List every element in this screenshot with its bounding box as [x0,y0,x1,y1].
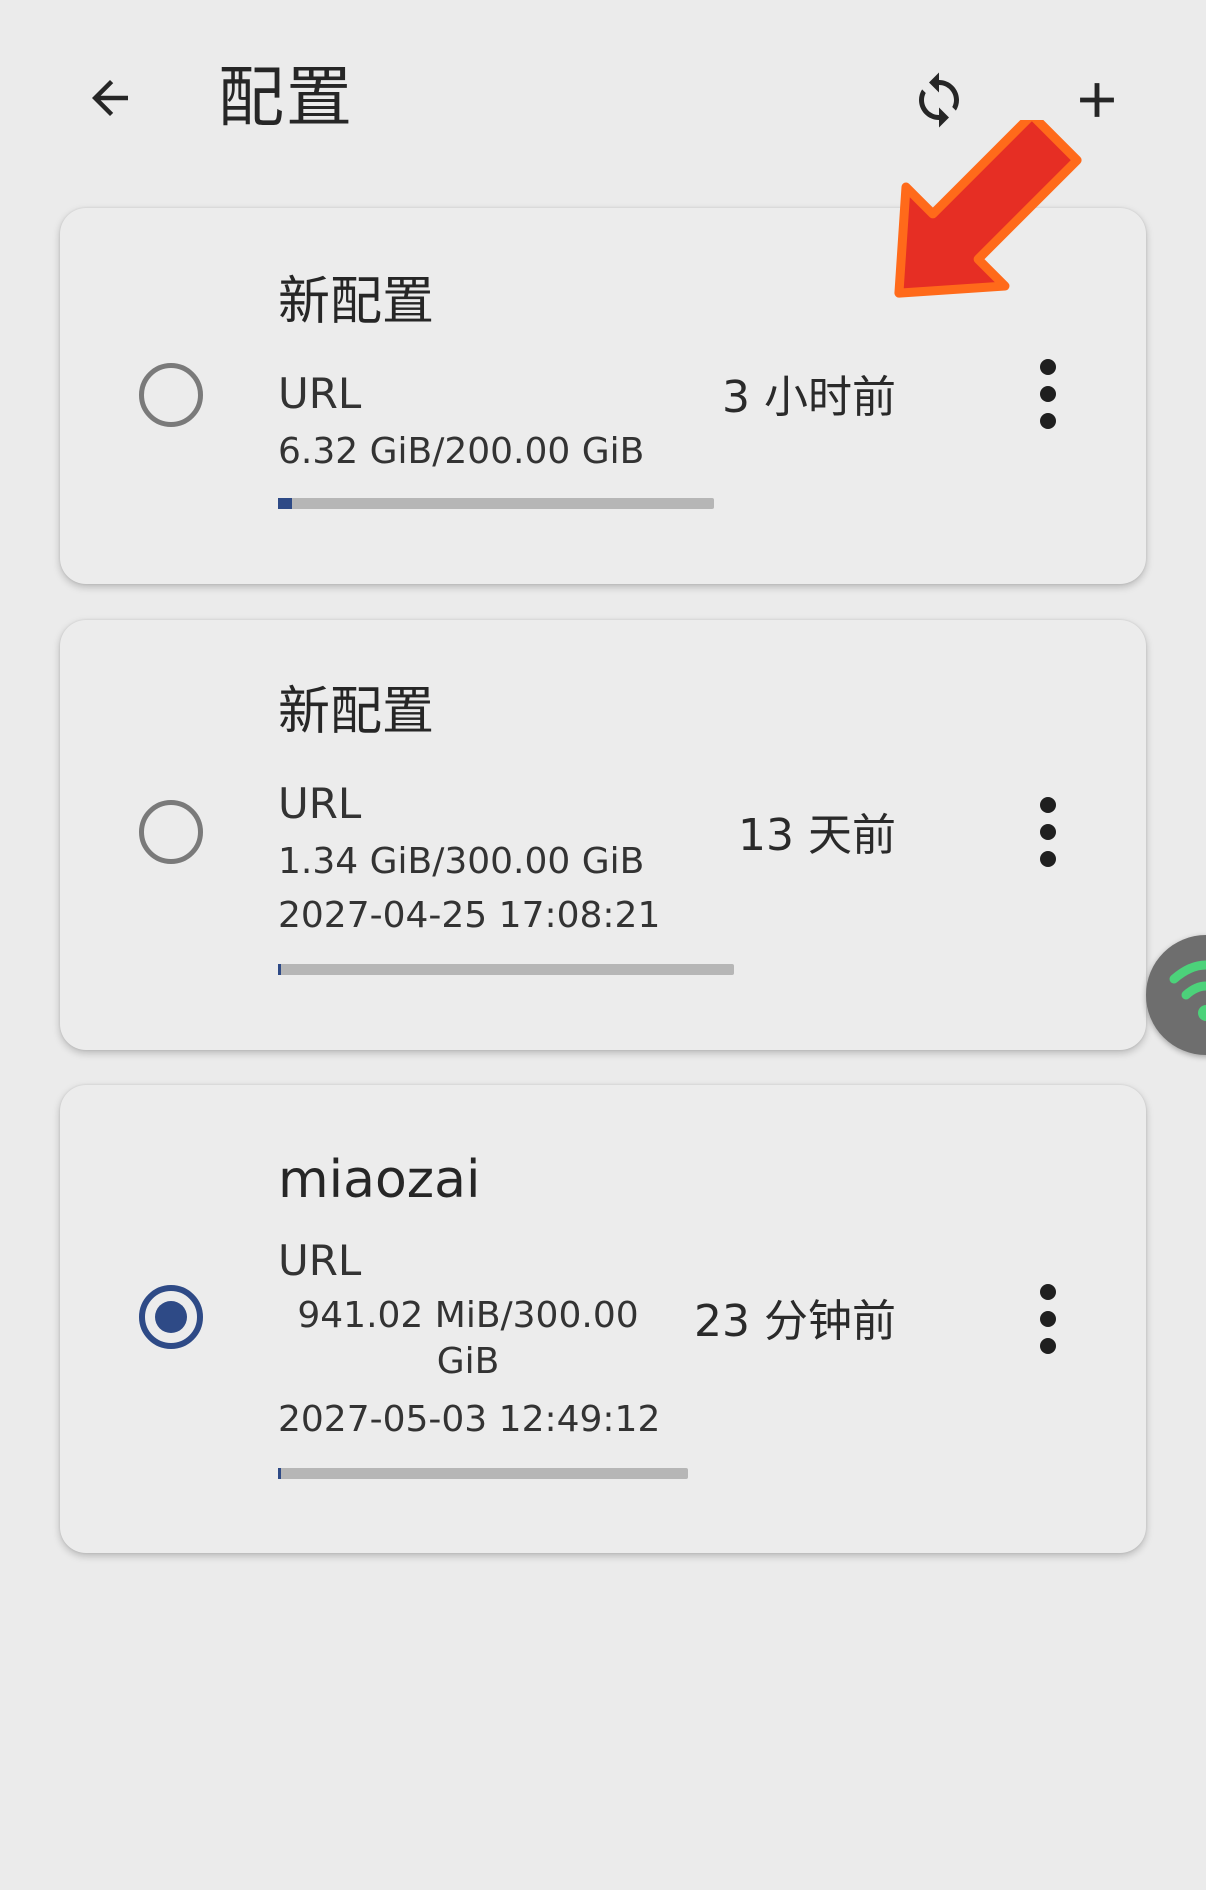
profile-card[interactable]: 新配置 URL 6.32 GiB/200.00 GiB 3 小时前 [60,208,1146,584]
profile-menu-button[interactable] [1018,792,1078,872]
top-app-bar: 配置 [0,0,1206,200]
more-vert-icon [1040,797,1056,867]
more-vert-icon [1040,1284,1056,1354]
profile-radio[interactable] [139,363,203,427]
profile-card[interactable]: 新配置 URL 1.34 GiB/300.00 GiB 2027-04-25 1… [60,620,1146,1050]
refresh-icon [919,72,959,128]
profile-radio[interactable] [139,800,203,864]
profile-usage: 941.02 MiB/300.00 GiB [297,1295,639,1382]
usage-progress-fill [278,498,292,509]
profile-expire-date: 2027-05-03 12:49:12 [278,1399,661,1440]
floating-wifi-button[interactable] [1146,935,1206,1055]
refresh-button[interactable] [897,58,981,142]
profile-radio-selected[interactable] [139,1285,203,1349]
profile-type: URL [278,1236,362,1285]
usage-progress-fill [278,964,281,975]
back-button[interactable] [70,58,150,138]
profile-expire-date: 2027-04-25 17:08:21 [278,895,661,936]
profile-menu-button[interactable] [1018,354,1078,434]
profile-menu-button[interactable] [1018,1279,1078,1359]
arrow-left-icon [92,80,128,116]
usage-progress-bar [278,1468,688,1479]
profile-usage: 1.34 GiB/300.00 GiB [278,841,645,882]
add-button[interactable] [1055,58,1139,142]
profile-card[interactable]: miaozai URL 941.02 MiB/300.00 GiB 2027-0… [60,1085,1146,1553]
wifi-icon [1169,960,1206,1021]
usage-progress-bar [278,964,734,975]
profile-usage: 6.32 GiB/200.00 GiB [278,431,645,472]
usage-progress-bar [278,498,714,509]
profile-updated-time: 3 小时前 [722,372,896,423]
more-vert-icon [1040,359,1056,429]
profile-name: miaozai [278,1150,481,1210]
profile-updated-time: 23 分钟前 [694,1296,896,1347]
plus-icon [1080,83,1114,117]
profile-name: 新配置 [278,272,435,332]
page-title: 配置 [218,59,354,136]
profile-type: URL [278,369,362,418]
usage-progress-fill [278,1468,281,1479]
profile-updated-time: 13 天前 [738,810,896,861]
profile-name: 新配置 [278,682,435,742]
profile-type: URL [278,779,362,828]
